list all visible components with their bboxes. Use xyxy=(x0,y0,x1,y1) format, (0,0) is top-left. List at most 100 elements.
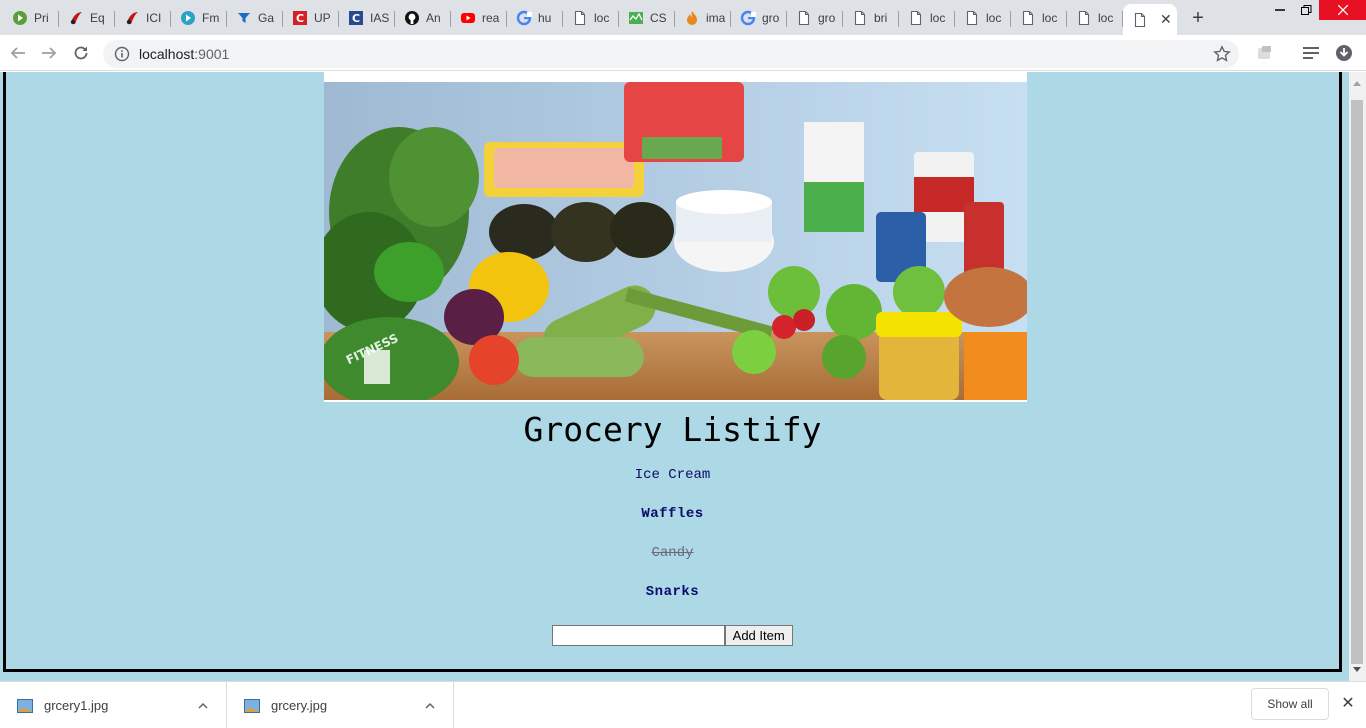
reload-button[interactable] xyxy=(69,41,93,65)
browser-tab[interactable]: loc xyxy=(563,4,619,32)
page-icon xyxy=(908,10,924,26)
scroll-down-arrow-icon[interactable] xyxy=(1353,667,1361,672)
flame-icon xyxy=(684,10,700,26)
page-icon xyxy=(1076,10,1092,26)
play-circle-teal-icon xyxy=(180,10,196,26)
active-browser-tab[interactable]: ✕ xyxy=(1123,4,1177,35)
browser-tab[interactable]: CS xyxy=(619,4,675,32)
browser-tab[interactable]: Ga xyxy=(227,4,283,32)
media-router-icon[interactable] xyxy=(1302,44,1320,62)
vertical-scrollbar[interactable] xyxy=(1349,72,1366,681)
letter-c-red-icon: C xyxy=(292,10,308,26)
url-port: :9001 xyxy=(194,46,230,62)
back-button[interactable] xyxy=(6,41,30,65)
page-icon xyxy=(796,10,812,26)
new-item-input[interactable] xyxy=(552,625,726,646)
red-swoosh-icon xyxy=(68,10,84,26)
browser-tab[interactable]: gro xyxy=(731,4,787,32)
tab-title: Pri xyxy=(34,11,49,25)
tab-title: rea xyxy=(482,11,500,25)
download-item[interactable]: grcery.jpg xyxy=(227,682,454,728)
add-item-button[interactable]: Add Item xyxy=(724,625,793,646)
tab-title: loc xyxy=(1042,11,1058,25)
add-item-form: Add Item xyxy=(6,625,1339,646)
svg-text:C: C xyxy=(352,12,360,25)
browser-tab[interactable]: gro xyxy=(787,4,843,32)
tab-title: loc xyxy=(594,11,610,25)
profile-download-icon[interactable] xyxy=(1335,44,1353,62)
minimize-button[interactable] xyxy=(1267,0,1293,20)
browser-tab[interactable]: ICI xyxy=(115,4,171,32)
list-item[interactable]: Snarks xyxy=(6,584,1339,623)
groceries-illustration: FITNESS xyxy=(324,82,1027,400)
address-bar[interactable]: localhost:9001 xyxy=(103,40,1239,68)
tab-title: UP xyxy=(314,11,331,25)
bookmark-star-icon[interactable] xyxy=(1213,45,1231,63)
grocery-list: Ice Cream Waffles Candy Snarks xyxy=(6,467,1339,623)
close-download-shelf-icon[interactable]: ✕ xyxy=(1340,696,1356,712)
info-icon[interactable] xyxy=(114,46,130,62)
restore-icon xyxy=(1300,4,1311,15)
browser-tab[interactable]: loc xyxy=(1067,4,1123,32)
tab-list: Pri Eq ICI Fm Ga C UP C IAS An rea hu loc CS ima gro gro… xyxy=(3,4,1177,35)
grocery-hero-image: FITNESS xyxy=(324,72,1027,402)
page-viewport: FITNESS Grocery Listify Ice Cream Waffle… xyxy=(0,72,1349,681)
show-all-downloads-button[interactable]: Show all xyxy=(1251,688,1329,720)
list-item[interactable]: Ice Cream xyxy=(6,467,1339,506)
tab-title: gro xyxy=(818,11,836,25)
browser-tab[interactable]: Eq xyxy=(59,4,115,32)
page-icon xyxy=(964,10,980,26)
browser-tab[interactable]: hu xyxy=(507,4,563,32)
tab-title: gro xyxy=(762,11,780,25)
page-icon xyxy=(1132,12,1148,28)
scroll-up-arrow-icon[interactable] xyxy=(1353,81,1361,86)
restore-button[interactable] xyxy=(1293,0,1319,20)
close-icon xyxy=(1337,5,1348,15)
extension-icon[interactable] xyxy=(1256,44,1274,62)
list-item[interactable]: Candy xyxy=(6,545,1339,584)
browser-tab[interactable]: loc xyxy=(899,4,955,32)
browser-tab[interactable]: loc xyxy=(1011,4,1067,32)
letter-c-blue-icon: C xyxy=(348,10,364,26)
browser-tab[interactable]: Pri xyxy=(3,4,59,32)
tab-title: ICI xyxy=(146,11,162,25)
funnel-blue-icon xyxy=(236,10,252,26)
browser-tab[interactable]: ima xyxy=(675,4,731,32)
chevron-up-icon[interactable] xyxy=(425,701,435,711)
google-icon xyxy=(740,10,756,26)
tab-title: IAS xyxy=(370,11,390,25)
browser-tab[interactable]: An xyxy=(395,4,451,32)
browser-tab[interactable]: loc xyxy=(955,4,1011,32)
red-swoosh-icon xyxy=(124,10,140,26)
download-shelf: grcery1.jpg grcery.jpg Show all ✕ xyxy=(0,681,1366,728)
browser-tab[interactable]: C UP xyxy=(283,4,339,32)
download-item[interactable]: grcery1.jpg xyxy=(0,682,227,728)
new-tab-button[interactable]: + xyxy=(1185,5,1211,31)
page-icon xyxy=(852,10,868,26)
tab-strip: Pri Eq ICI Fm Ga C UP C IAS An rea hu loc CS ima gro gro… xyxy=(0,0,1366,35)
browser-tab[interactable]: C IAS xyxy=(339,4,395,32)
close-window-button[interactable] xyxy=(1319,0,1366,20)
youtube-icon xyxy=(460,10,476,26)
github-icon xyxy=(404,10,420,26)
close-tab-icon[interactable]: ✕ xyxy=(1160,11,1172,28)
tab-title: ima xyxy=(706,11,726,25)
url-text[interactable]: localhost:9001 xyxy=(139,46,229,62)
page-title: Grocery Listify xyxy=(523,410,822,449)
svg-text:C: C xyxy=(296,12,304,25)
forward-button[interactable] xyxy=(37,41,61,65)
browser-tab[interactable]: Fm xyxy=(171,4,227,32)
tab-title: Eq xyxy=(90,11,105,25)
google-icon xyxy=(516,10,532,26)
tab-title: CS xyxy=(650,11,667,25)
browser-tab[interactable]: rea xyxy=(451,4,507,32)
image-file-icon xyxy=(244,698,260,713)
scroll-thumb[interactable] xyxy=(1351,100,1363,664)
browser-tab[interactable]: bri xyxy=(843,4,899,32)
list-item[interactable]: Waffles xyxy=(6,506,1339,545)
play-circle-green-icon xyxy=(12,10,28,26)
chevron-up-icon[interactable] xyxy=(198,701,208,711)
arrow-left-icon xyxy=(10,47,25,59)
tab-title: Fm xyxy=(202,11,220,25)
tab-title: Ga xyxy=(258,11,275,25)
